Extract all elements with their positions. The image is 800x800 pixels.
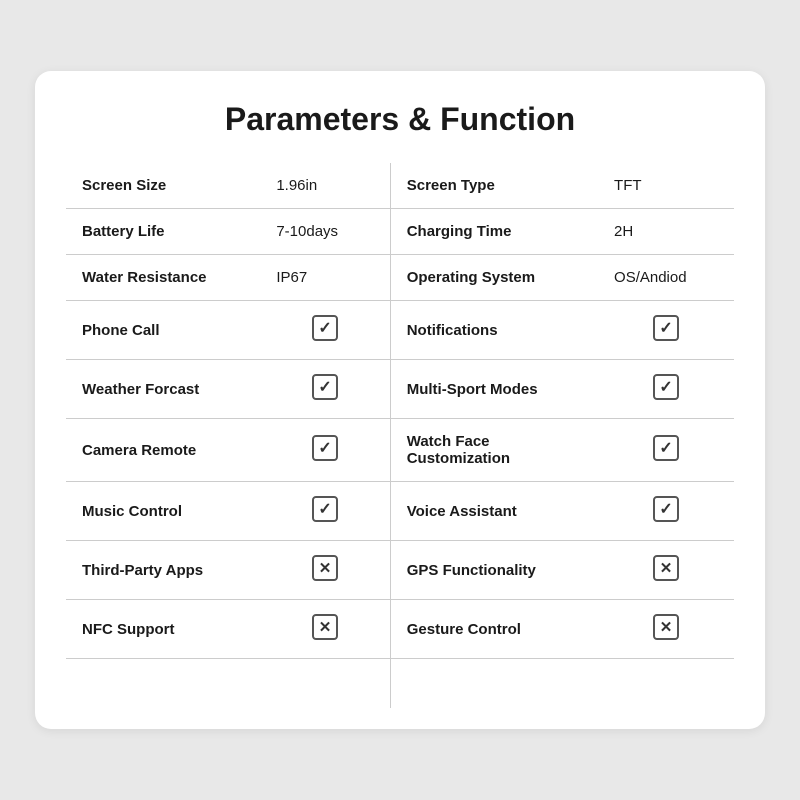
right-label-6: Voice Assistant [390,482,598,541]
left-value-1: 7-10days [260,209,390,255]
check-icon [653,496,679,522]
left-check-6 [260,482,390,541]
x-icon [653,555,679,581]
right-label-4: Multi-Sport Modes [390,360,598,419]
x-icon [312,555,338,581]
params-table: Screen Size 1.96in Screen Type TFT Batte… [65,162,735,709]
page-title: Parameters & Function [65,101,735,138]
left-label-8: NFC Support [66,600,261,659]
right-value-0: TFT [598,163,734,209]
right-label-1: Charging Time [390,209,598,255]
empty-right [390,659,734,709]
left-value-0: 1.96in [260,163,390,209]
right-check-6 [598,482,734,541]
right-check-4 [598,360,734,419]
left-check-5 [260,419,390,482]
left-label-4: Weather Forcast [66,360,261,419]
check-icon [312,315,338,341]
check-icon [312,435,338,461]
left-check-3 [260,301,390,360]
left-check-7 [260,541,390,600]
left-label-0: Screen Size [66,163,261,209]
right-value-2: OS/Andiod [598,255,734,301]
left-check-4 [260,360,390,419]
left-label-5: Camera Remote [66,419,261,482]
check-icon [653,374,679,400]
x-icon [312,614,338,640]
card: Parameters & Function Screen Size 1.96in… [35,71,765,729]
left-check-8 [260,600,390,659]
left-label-6: Music Control [66,482,261,541]
right-label-7: GPS Functionality [390,541,598,600]
left-value-2: IP67 [260,255,390,301]
right-label-0: Screen Type [390,163,598,209]
check-icon [312,374,338,400]
right-label-3: Notifications [390,301,598,360]
left-label-7: Third-Party Apps [66,541,261,600]
right-check-7 [598,541,734,600]
right-check-5 [598,419,734,482]
x-icon [653,614,679,640]
right-label-5: Watch Face Customization [390,419,598,482]
left-label-1: Battery Life [66,209,261,255]
right-check-8 [598,600,734,659]
right-value-1: 2H [598,209,734,255]
right-label-8: Gesture Control [390,600,598,659]
empty-left [66,659,391,709]
right-label-2: Operating System [390,255,598,301]
left-label-3: Phone Call [66,301,261,360]
left-label-2: Water Resistance [66,255,261,301]
check-icon [312,496,338,522]
check-icon [653,315,679,341]
right-check-3 [598,301,734,360]
check-icon [653,435,679,461]
